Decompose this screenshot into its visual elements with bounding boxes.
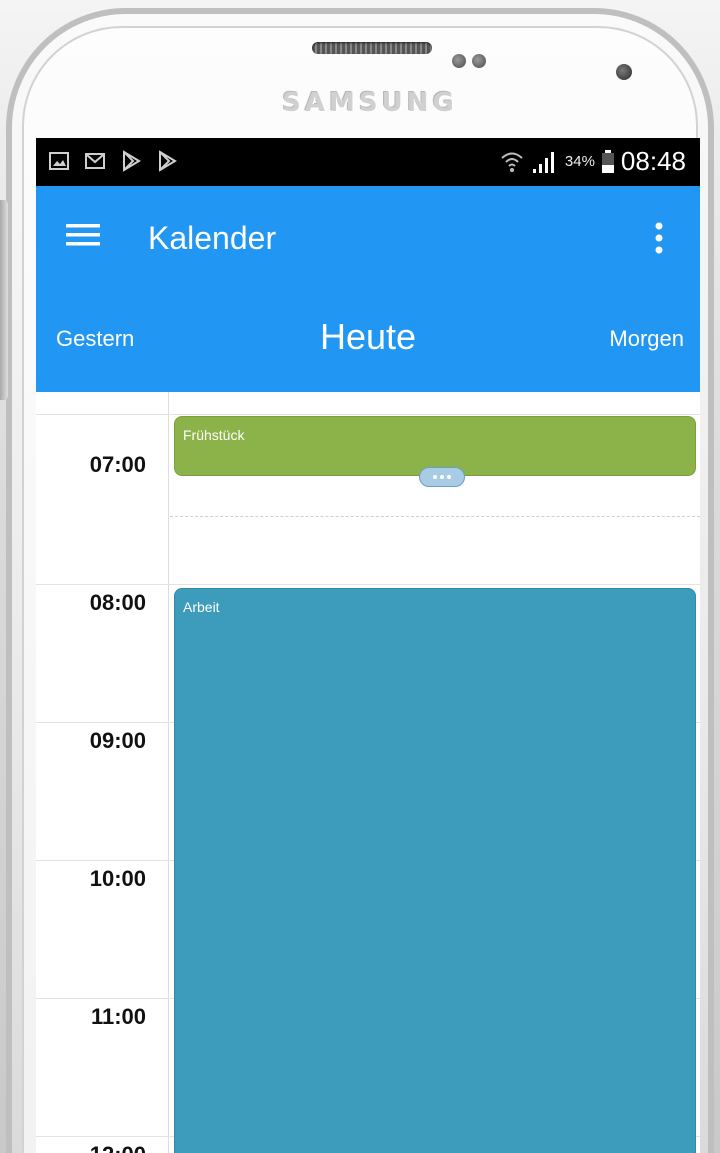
hour-line xyxy=(36,414,700,415)
event-title: Arbeit xyxy=(183,599,220,615)
hour-label: 12:00 xyxy=(46,1142,146,1153)
phone-frame: SAMSUNG 34% 08:48 Kalender Gestern Heute… xyxy=(0,0,720,1153)
play-store-icon xyxy=(123,150,141,172)
today-button[interactable]: Heute xyxy=(320,316,416,357)
earpiece-speaker xyxy=(312,42,432,54)
current-day-title: Heute xyxy=(36,316,700,358)
gmail-icon xyxy=(85,153,105,169)
previous-day-button[interactable]: Gestern xyxy=(56,326,134,352)
event-work[interactable]: Arbeit xyxy=(174,588,696,1153)
hour-line xyxy=(36,584,700,585)
hour-label: 09:00 xyxy=(89,728,146,753)
light-sensor xyxy=(472,54,486,68)
status-bar: 34% 08:48 xyxy=(36,138,700,186)
status-clock: 08:48 xyxy=(620,146,686,176)
play-store-icon xyxy=(159,150,177,172)
gallery-icon xyxy=(49,152,69,170)
hamburger-menu-icon[interactable] xyxy=(66,220,100,250)
side-button xyxy=(0,200,8,400)
brand-logo: SAMSUNG xyxy=(282,88,458,118)
signal-icon xyxy=(532,151,554,173)
app-title: Kalender xyxy=(148,220,277,256)
half-hour-line xyxy=(170,516,700,517)
day-view[interactable]: 07:00 08:00 09:00 10:00 11:00 12:00 Früh… xyxy=(36,392,700,1153)
status-right: 34% 08:48 xyxy=(499,146,686,177)
overflow-menu-icon[interactable] xyxy=(644,220,674,256)
event-title: Frühstück xyxy=(183,427,245,443)
hour-label: 08:00 xyxy=(89,590,146,615)
proximity-sensor xyxy=(452,54,466,68)
hour-label: 07:00 xyxy=(89,452,146,477)
event-resize-handle[interactable] xyxy=(419,467,465,487)
battery-icon xyxy=(601,149,614,173)
time-column-divider xyxy=(168,392,169,1153)
battery-percent: 34% xyxy=(564,153,595,170)
hour-label: 10:00 xyxy=(89,866,146,891)
front-camera xyxy=(616,64,632,80)
next-day-button[interactable]: Morgen xyxy=(609,326,684,352)
hour-label: 11:00 xyxy=(90,1004,146,1029)
wifi-icon xyxy=(501,152,523,172)
notification-icons xyxy=(48,150,178,172)
screen: 34% 08:48 Kalender Gestern Heute Morgen … xyxy=(36,138,700,1153)
event-breakfast[interactable]: Frühstück xyxy=(174,416,696,487)
app-bar: Kalender Gestern Heute Morgen xyxy=(36,186,700,392)
